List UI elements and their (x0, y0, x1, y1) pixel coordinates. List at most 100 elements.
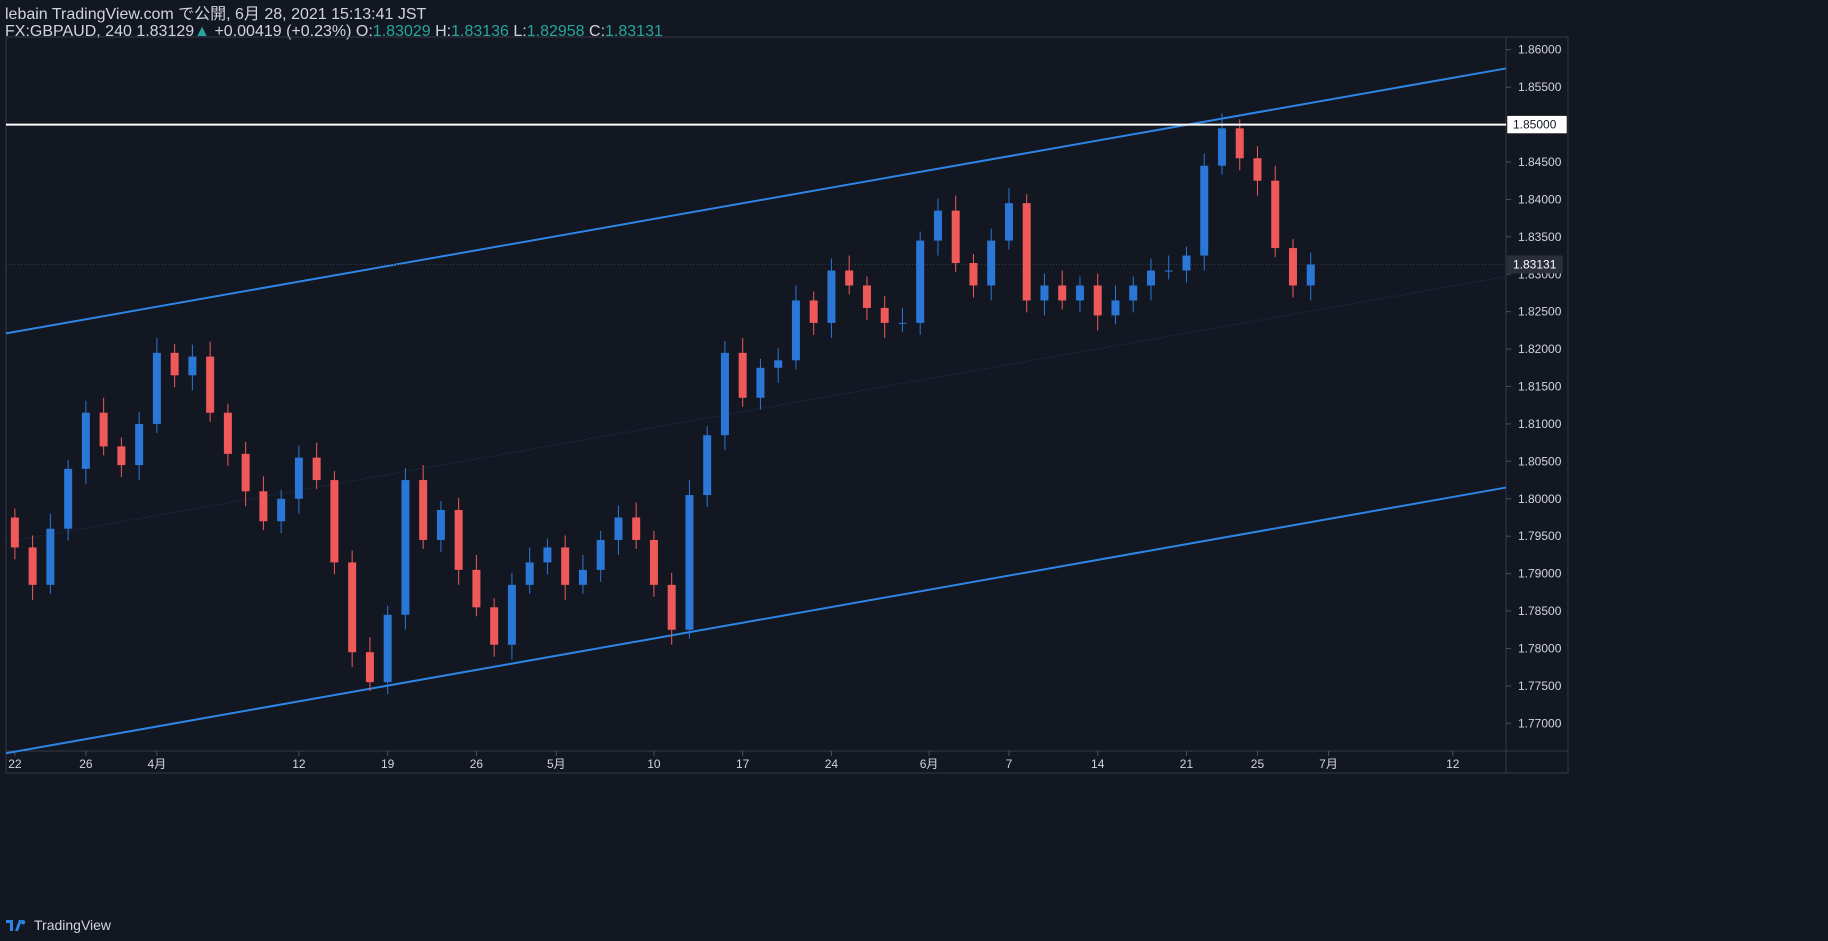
candle-body (170, 352, 179, 376)
candle-body (756, 367, 765, 398)
x-tick-label: 6月 (920, 757, 939, 771)
candle-body (436, 510, 445, 540)
candle-body (1040, 285, 1049, 301)
x-tick-label: 14 (1091, 757, 1105, 771)
candle-body (206, 356, 215, 413)
candle-body (862, 285, 871, 308)
x-tick-label: 25 (1251, 757, 1265, 771)
candle-body (791, 300, 800, 361)
candle-body (64, 468, 73, 529)
candle-body (649, 539, 658, 585)
y-tick-label: 1.84500 (1518, 155, 1562, 169)
candle-body (294, 457, 303, 499)
channel-upper-line (5, 67, 1507, 335)
tradingview-logo[interactable]: TradingView (6, 917, 111, 933)
candle-body (738, 352, 747, 398)
price-chart[interactable]: 1.86000 1.85500 1.85000 1.84500 1.84000 1.835… (0, 0, 1828, 941)
candle-body (241, 453, 250, 492)
candle-body (632, 517, 641, 540)
candle-body (1075, 285, 1084, 301)
x-tick-label: 26 (470, 757, 484, 771)
y-tick-label: 1.80500 (1518, 454, 1562, 468)
y-tick-label: 1.81500 (1518, 380, 1562, 394)
candle-body (490, 607, 499, 645)
candle-body (561, 547, 570, 585)
x-tick-label: 19 (381, 757, 395, 771)
candle-body (827, 270, 836, 323)
y-tick-label: 1.77000 (1518, 716, 1562, 730)
candle-body (1217, 128, 1226, 166)
candle-body (667, 584, 676, 630)
candle-body (1022, 203, 1031, 301)
channel-lower-line (5, 486, 1507, 755)
candle-body (277, 498, 286, 522)
y-tick-label: 1.78000 (1518, 641, 1562, 655)
candle-body (720, 352, 729, 436)
candle-body (188, 356, 197, 376)
candle-body (10, 517, 19, 548)
chart-frame (5, 36, 1569, 774)
candle-body (1111, 300, 1120, 316)
candle-body (1200, 165, 1209, 256)
candle-body (933, 210, 942, 241)
candle-body (46, 528, 55, 585)
x-tick-label: 7月 (1319, 757, 1338, 771)
candle-body (419, 480, 428, 540)
x-tick-label: 12 (1446, 757, 1460, 771)
x-tick-label: 5月 (547, 757, 566, 771)
candle-body (330, 480, 339, 563)
y-tick-label: 1.85500 (1518, 80, 1562, 94)
candle-body (578, 569, 587, 585)
x-tick-label: 4月 (148, 757, 167, 771)
candle-body (809, 300, 818, 323)
candle-body (898, 322, 907, 324)
candle-body (951, 210, 960, 264)
candle-body (135, 423, 144, 466)
candle-body (472, 569, 481, 608)
y-tick-label: 1.84000 (1518, 192, 1562, 206)
y-tick-label: 1.79000 (1518, 567, 1562, 581)
y-tick-label: 1.80000 (1518, 492, 1562, 506)
candle-body (1129, 285, 1138, 301)
candle-body (81, 412, 90, 469)
candle-body (916, 240, 925, 323)
candle-body (152, 352, 161, 424)
candle-body (880, 307, 889, 323)
y-tick-label: 1.82500 (1518, 305, 1562, 319)
y-tick-label: 1.79500 (1518, 529, 1562, 543)
candle-body (365, 652, 374, 683)
x-tick-label: 17 (736, 757, 750, 771)
y-tick-label: 1.78500 (1518, 604, 1562, 618)
candle-body (525, 562, 534, 585)
candle-body (987, 240, 996, 286)
candle-body (1271, 180, 1280, 249)
y-tick-label: 1.81000 (1518, 417, 1562, 431)
last-price-label: 1.83131 (1513, 257, 1557, 271)
candle-body (543, 547, 552, 563)
candle-body (845, 270, 854, 286)
x-tick-label: 10 (647, 757, 661, 771)
tradingview-brand: TradingView (34, 917, 112, 933)
x-tick-label: 12 (292, 757, 306, 771)
x-tick-label: 21 (1180, 757, 1194, 771)
candle-body (99, 412, 108, 447)
candle-body (1146, 270, 1155, 286)
candle-body (1093, 285, 1102, 316)
candle-body (223, 412, 232, 454)
candle-body (401, 480, 410, 615)
x-tick-label: 22 (8, 757, 22, 771)
candle-body (614, 517, 623, 540)
candle-body (1288, 248, 1297, 286)
candle-body (454, 510, 463, 570)
candle-body (259, 491, 268, 522)
candle-body (312, 457, 321, 481)
candle-body (1004, 203, 1013, 241)
candle-body (1306, 264, 1315, 286)
candle-body (596, 539, 605, 570)
tradingview-logo-icon (6, 920, 26, 931)
candle-body (703, 435, 712, 496)
y-tick-label: 1.82000 (1518, 342, 1562, 356)
candle-body (969, 263, 978, 286)
resistance-price-label: 1.85000 (1513, 118, 1557, 132)
candle-body (1058, 285, 1067, 301)
